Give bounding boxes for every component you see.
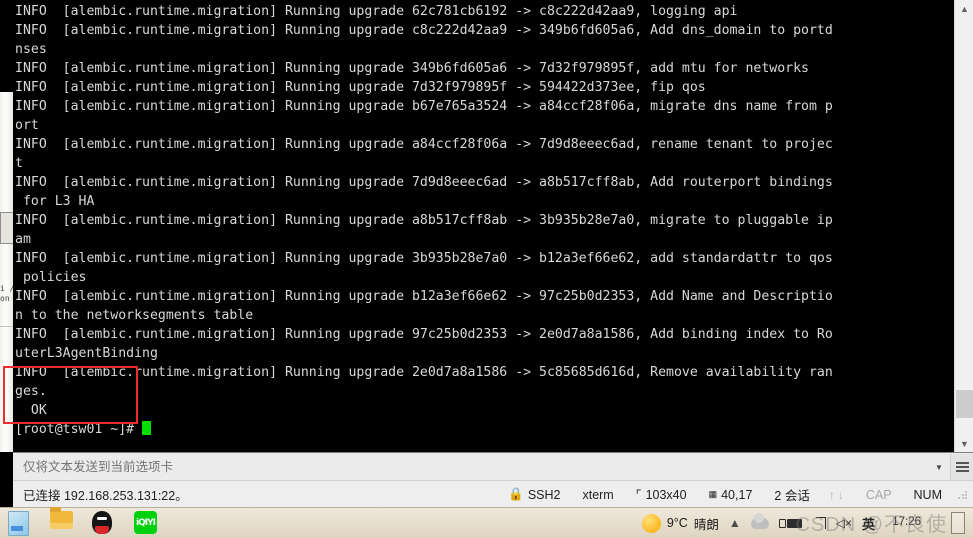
status-cursor: ▦ 40,17 — [698, 488, 764, 502]
terminal-output[interactable]: INFO [alembic.runtime.migration] Running… — [13, 0, 954, 452]
background-window-edge: i /on — [0, 0, 14, 452]
terminal-line: INFO [alembic.runtime.migration] Running… — [15, 327, 833, 342]
terminal-line: nses — [15, 42, 47, 57]
terminal-cursor — [142, 421, 152, 435]
scrollbar-thumb[interactable] — [956, 390, 973, 418]
cursor-position-icon: ▦ — [708, 489, 718, 499]
terminal-line: ort — [15, 118, 39, 133]
network-icon[interactable] — [812, 516, 826, 530]
terminal-line: OK — [15, 403, 47, 418]
terminal-line: INFO [alembic.runtime.migration] Running… — [15, 365, 833, 380]
terminal-line: INFO [alembic.runtime.migration] Running… — [15, 80, 706, 95]
terminal-line: n to the networksegments table — [15, 308, 254, 323]
terminal-prompt-line: [root@tsw01 ~]# — [15, 420, 833, 439]
terminal-line: uterL3AgentBinding — [15, 346, 158, 361]
terminal-line: ges. — [15, 384, 47, 399]
hamburger-menu-icon[interactable] — [950, 454, 973, 480]
connection-status: 已连接 192.168.253.131:22。 — [23, 489, 188, 503]
terminal-scrollbar[interactable]: ▲ ▼ — [954, 0, 973, 452]
lock-icon: 🔒 — [508, 487, 524, 501]
chevron-up-icon[interactable]: ▲ — [729, 516, 741, 530]
send-text-bar[interactable]: ▼ — [13, 452, 973, 481]
send-text-input[interactable] — [13, 459, 928, 475]
terminal-line: INFO [alembic.runtime.migration] Running… — [15, 137, 833, 152]
terminal-line: INFO [alembic.runtime.migration] Running… — [15, 213, 833, 228]
resize-icon: ⌜ — [635, 488, 642, 502]
background-window-pane — [0, 92, 14, 452]
terminal-line: INFO [alembic.runtime.migration] Running… — [15, 289, 833, 304]
terminal-line: INFO [alembic.runtime.migration] Running… — [15, 175, 833, 190]
terminal-line: INFO [alembic.runtime.migration] Running… — [15, 61, 809, 76]
taskbar-apps: iQIYI — [0, 511, 158, 536]
terminal-line: INFO [alembic.runtime.migration] Running… — [15, 99, 833, 114]
status-transfer-arrows: ↑↓ — [828, 487, 847, 502]
status-size: ⌜ 103x40 — [625, 487, 698, 503]
terminal-line: INFO [alembic.runtime.migration] Running… — [15, 251, 833, 266]
taskbar-tray: 9°C 晴朗 ▲ ◁× 英 — [641, 512, 973, 534]
weather-widget[interactable]: 9°C 晴朗 — [641, 513, 719, 533]
file-explorer-icon[interactable] — [50, 511, 74, 535]
taskbar-clock: 17:26 — [892, 516, 921, 528]
background-window-text: i /on — [0, 284, 13, 303]
ime-indicator[interactable]: 英 — [862, 514, 875, 533]
terminal-line: t — [15, 156, 23, 171]
terminal-line: INFO [alembic.runtime.migration] Running… — [15, 4, 738, 19]
background-window-button[interactable] — [0, 212, 14, 244]
background-window-divider — [0, 326, 13, 327]
weather-description: 晴朗 — [693, 517, 719, 532]
taskbar: iQIYI 9°C 晴朗 ▲ ◁× 英 — [0, 507, 973, 538]
desktop-root: i /on INFO [alembic.runtime.migration] R… — [0, 0, 973, 538]
scroll-up-icon[interactable]: ▲ — [955, 0, 973, 17]
resize-grip[interactable] — [957, 489, 967, 500]
battery-plug-icon[interactable] — [778, 518, 802, 528]
chevron-down-icon[interactable]: ▼ — [928, 454, 950, 480]
notes-app-icon[interactable] — [8, 511, 32, 536]
show-desktop-button[interactable] — [951, 512, 965, 534]
status-emulation: xterm — [582, 487, 614, 502]
status-cursor-label: 40,17 — [721, 487, 753, 502]
terminal-line: am — [15, 232, 31, 247]
terminal-lines: INFO [alembic.runtime.migration] Running… — [15, 2, 833, 439]
scroll-down-icon[interactable]: ▼ — [955, 435, 973, 452]
terminal-line: policies — [15, 270, 87, 285]
weather-temperature: 9°C — [666, 516, 688, 530]
status-protocol: 🔒 SSH2 — [497, 487, 571, 502]
status-caps-lock: CAP — [865, 487, 892, 502]
sun-icon — [641, 513, 661, 533]
status-num-lock: NUM — [913, 487, 942, 502]
status-sessions: 2 会话 — [774, 489, 810, 503]
iqiyi-app-icon[interactable]: iQIYI — [134, 511, 158, 535]
terminal-line: INFO [alembic.runtime.migration] Running… — [15, 23, 833, 38]
cloud-icon[interactable] — [750, 512, 769, 529]
terminal-line: for L3 HA — [15, 194, 95, 209]
status-protocol-label: SSH2 — [527, 487, 561, 502]
qq-app-icon[interactable] — [92, 511, 116, 535]
status-size-label: 103x40 — [645, 487, 687, 502]
volume-muted-icon[interactable]: ◁× — [836, 516, 852, 530]
status-bar: 已连接 192.168.253.131:22。 🔒 SSH2 xterm ⌜ 1… — [13, 480, 973, 508]
shell-prompt: [root@tsw01 ~]# — [15, 422, 143, 437]
status-bar-right: 🔒 SSH2 xterm ⌜ 103x40 ▦ 40,17 2 会话 ↑↓ CA… — [497, 485, 973, 504]
